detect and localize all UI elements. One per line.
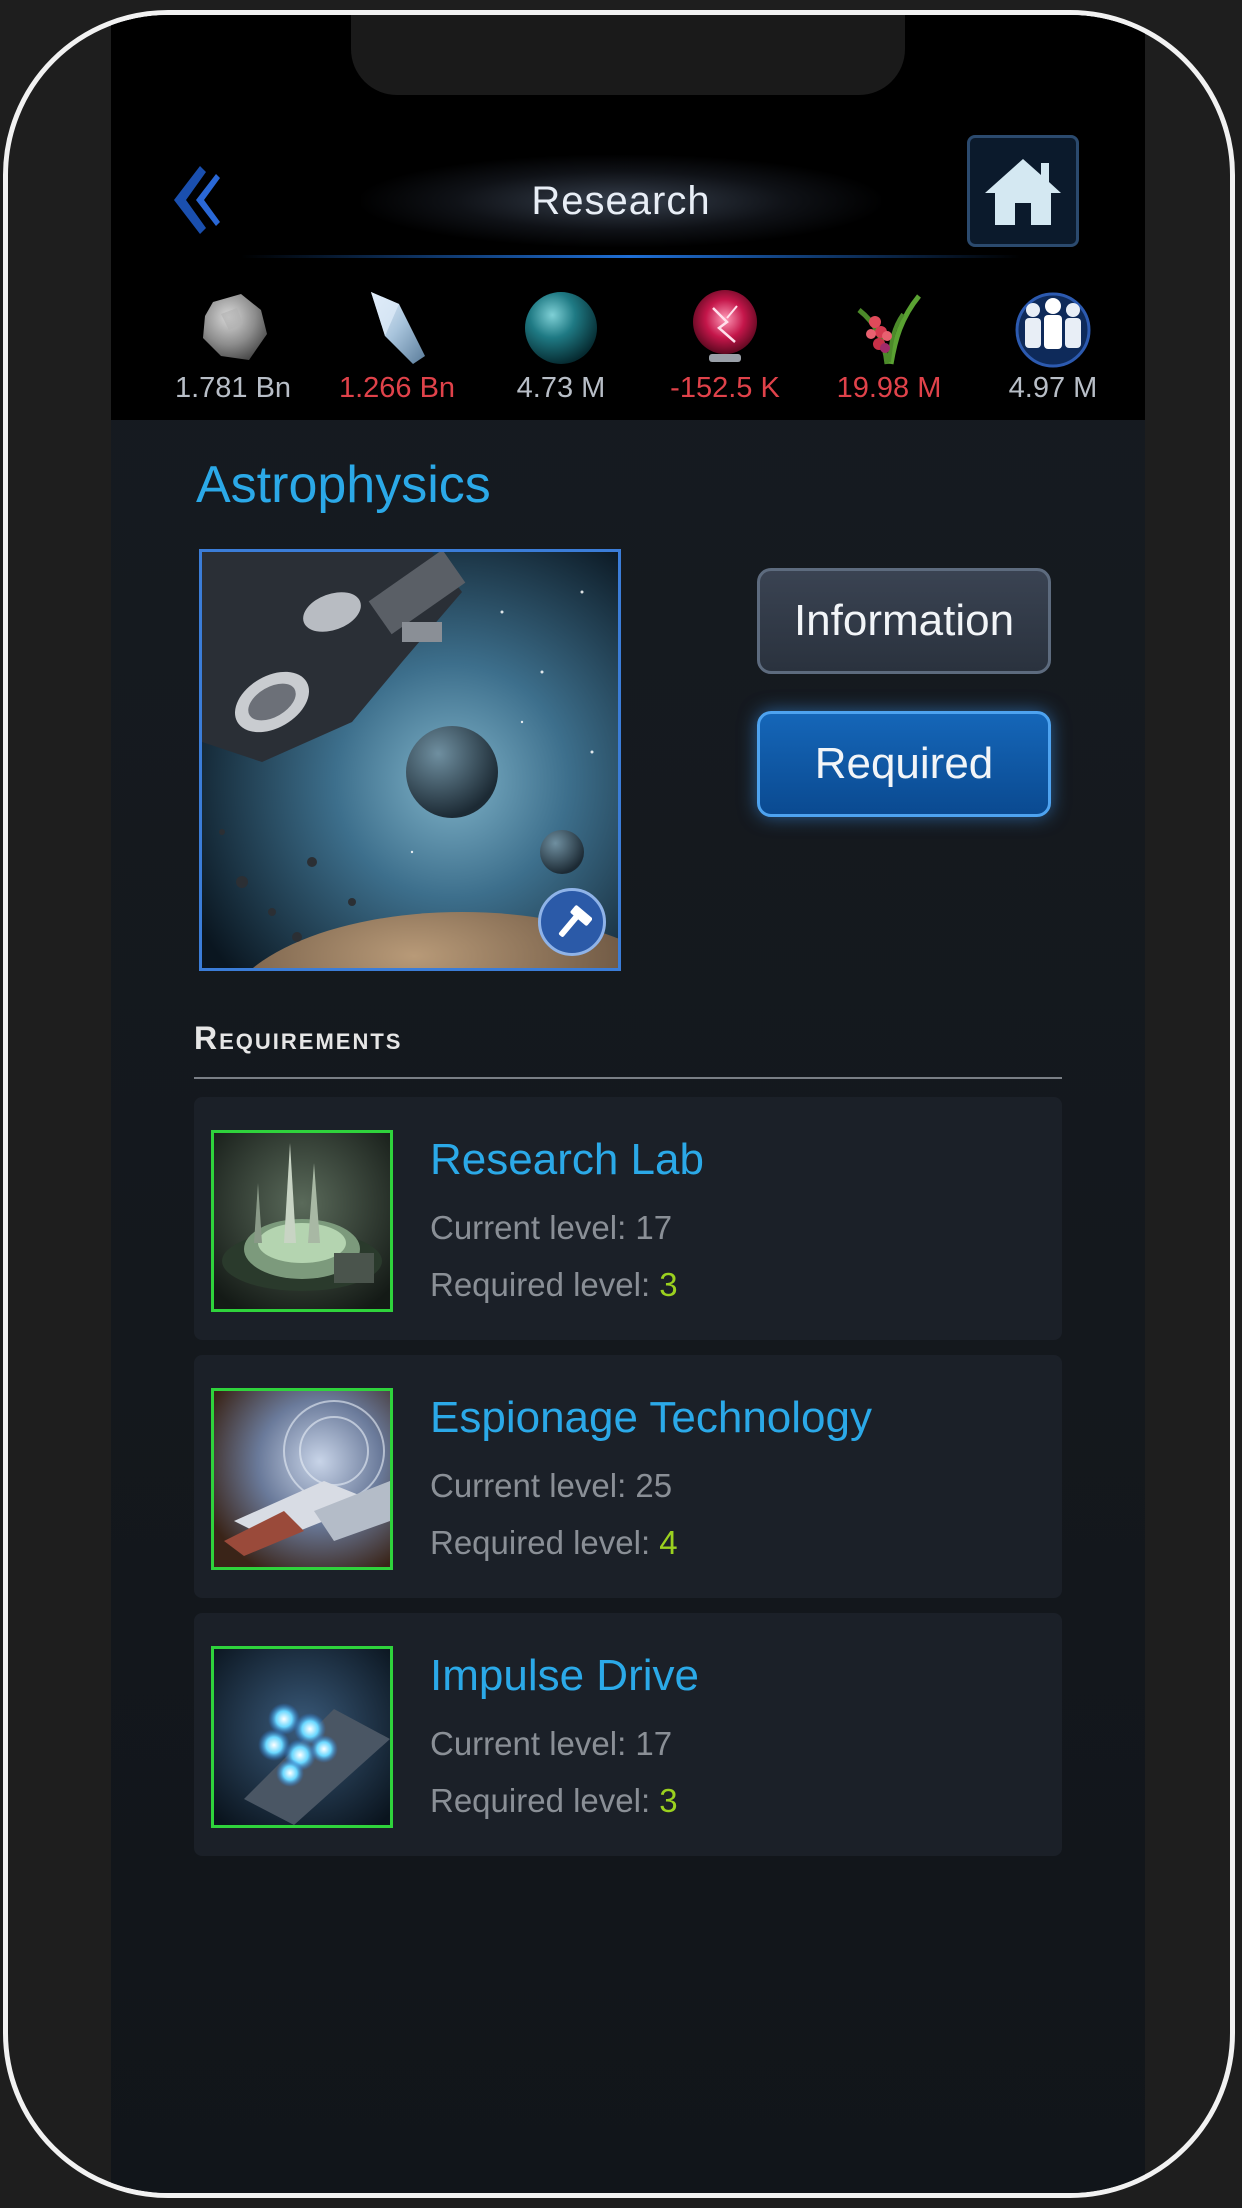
resource-energy-value: -152.5 K bbox=[670, 372, 780, 404]
resource-metal[interactable]: 1.781 Bn bbox=[151, 280, 315, 410]
double-chevron-left-icon bbox=[174, 166, 220, 234]
research-name: Astrophysics bbox=[196, 456, 491, 514]
current-level-value: 17 bbox=[635, 1209, 673, 1246]
requirements-divider bbox=[194, 1077, 1062, 1079]
required-level: Required level: 3 bbox=[430, 1266, 678, 1304]
phone-frame: Research 1.781 Bn 1.266 Bn 4.73 M -152.5… bbox=[3, 10, 1235, 2198]
required-level-label: Required level: bbox=[430, 1782, 660, 1819]
espionage-technology-image bbox=[214, 1391, 390, 1567]
energy-orb-icon bbox=[693, 290, 757, 362]
required-level-label: Required level: bbox=[430, 1524, 660, 1561]
requirement-thumbnail bbox=[211, 1130, 393, 1312]
resource-deuterium-value: 4.73 M bbox=[516, 372, 606, 404]
requirements-heading: Requirements bbox=[194, 1020, 403, 1056]
research-image[interactable] bbox=[199, 549, 621, 971]
resource-population[interactable]: 4.97 M bbox=[971, 280, 1135, 410]
research-lab-image bbox=[214, 1133, 390, 1309]
required-level-value: 3 bbox=[659, 1782, 678, 1819]
current-level-label: Current level: bbox=[430, 1467, 636, 1504]
information-button[interactable]: Information bbox=[757, 568, 1051, 674]
requirement-card[interactable]: Impulse Drive Current level: 17 Required… bbox=[194, 1613, 1062, 1856]
required-level-label: Required level: bbox=[430, 1266, 660, 1303]
current-level: Current level: 17 bbox=[430, 1209, 672, 1247]
requirement-name: Research Lab bbox=[430, 1135, 704, 1184]
requirement-name: Impulse Drive bbox=[430, 1651, 699, 1700]
resource-crystal-value: 1.266 Bn bbox=[338, 372, 456, 404]
resource-food[interactable]: 19.98 M bbox=[807, 280, 971, 410]
hammer-icon bbox=[558, 905, 592, 937]
current-level-value: 25 bbox=[635, 1467, 673, 1504]
device-notch bbox=[351, 15, 905, 95]
back-button[interactable] bbox=[161, 160, 231, 240]
page-title: Research bbox=[531, 179, 711, 223]
requirement-thumbnail bbox=[211, 1646, 393, 1828]
crystal-icon bbox=[371, 292, 425, 364]
resource-bar: 1.781 Bn 1.266 Bn 4.73 M -152.5 K 19.98 … bbox=[111, 280, 1145, 410]
required-level: Required level: 4 bbox=[430, 1524, 678, 1562]
required-button[interactable]: Required bbox=[757, 711, 1051, 817]
home-icon bbox=[985, 159, 1061, 225]
current-level: Current level: 17 bbox=[430, 1725, 672, 1763]
requirement-card[interactable]: Espionage Technology Current level: 25 R… bbox=[194, 1355, 1062, 1598]
app-screen: Research 1.781 Bn 1.266 Bn 4.73 M -152.5… bbox=[111, 15, 1145, 2193]
requirement-thumbnail bbox=[211, 1388, 393, 1570]
required-level-value: 3 bbox=[659, 1266, 678, 1303]
resource-metal-value: 1.781 Bn bbox=[174, 372, 292, 404]
resource-deuterium[interactable]: 4.73 M bbox=[479, 280, 643, 410]
current-level: Current level: 25 bbox=[430, 1467, 672, 1505]
food-plant-icon bbox=[857, 294, 921, 365]
required-level-value: 4 bbox=[659, 1524, 678, 1561]
build-badge[interactable] bbox=[538, 888, 606, 956]
resource-crystal[interactable]: 1.266 Bn bbox=[315, 280, 479, 410]
requirement-name: Espionage Technology bbox=[430, 1393, 872, 1442]
metal-rock-icon bbox=[203, 294, 267, 360]
current-level-label: Current level: bbox=[430, 1725, 636, 1762]
population-icon bbox=[1015, 292, 1091, 368]
requirement-card[interactable]: Research Lab Current level: 17 Required … bbox=[194, 1097, 1062, 1340]
required-level: Required level: 3 bbox=[430, 1782, 678, 1820]
current-level-value: 17 bbox=[635, 1725, 673, 1762]
home-button[interactable] bbox=[967, 135, 1079, 247]
current-level-label: Current level: bbox=[430, 1209, 636, 1246]
resource-population-value: 4.97 M bbox=[1008, 372, 1098, 404]
deuterium-sphere-icon bbox=[525, 292, 597, 364]
title-underline bbox=[241, 255, 1021, 258]
impulse-drive-image bbox=[214, 1649, 390, 1825]
top-bar: Research 1.781 Bn 1.266 Bn 4.73 M -152.5… bbox=[111, 15, 1145, 420]
resource-energy[interactable]: -152.5 K bbox=[643, 280, 807, 410]
resource-food-value: 19.98 M bbox=[836, 372, 942, 404]
